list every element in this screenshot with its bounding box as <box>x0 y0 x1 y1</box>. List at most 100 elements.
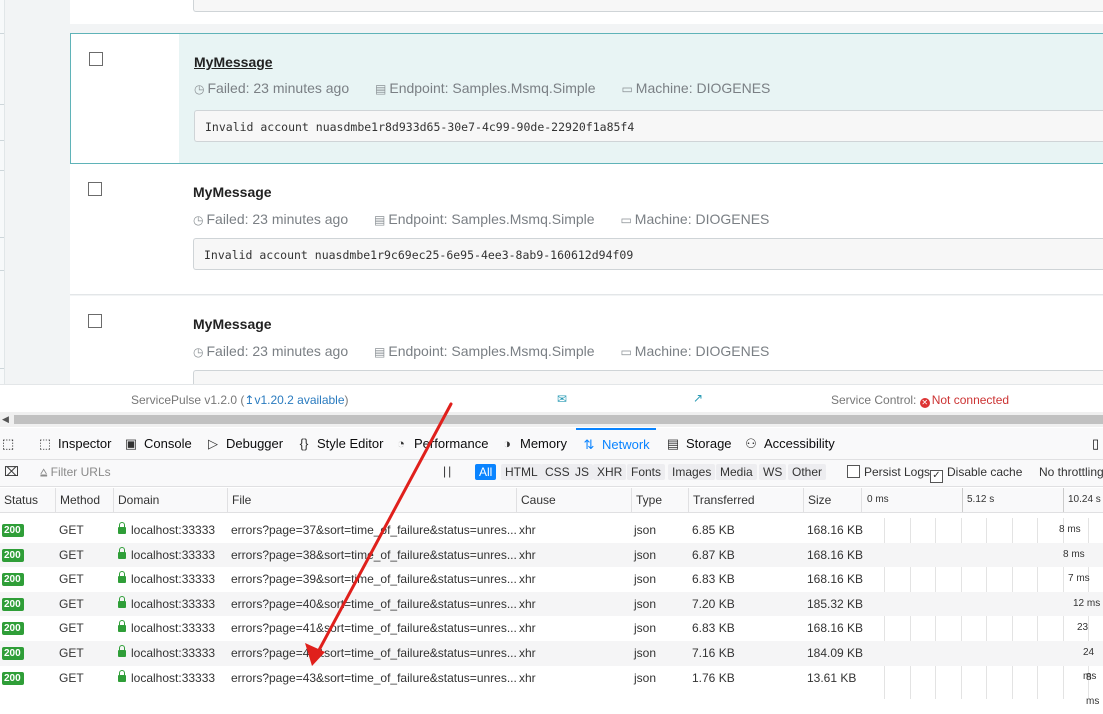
request-file: errors?page=39&sort=time_of_failure&stat… <box>231 572 517 587</box>
filter-all[interactable]: All <box>475 464 497 480</box>
request-row[interactable]: 200 GET localhost:33333 errors?page=38&sort… <box>0 542 1103 568</box>
request-transferred: 7.20 KB <box>692 596 735 611</box>
message-checkbox[interactable] <box>89 52 103 66</box>
tab-memory[interactable]: ◑ Memory <box>500 428 567 459</box>
col-transferred[interactable]: Transferred <box>688 488 803 512</box>
update-label[interactable]: v1.20.2 available <box>254 393 344 407</box>
request-transferred: 6.87 KB <box>692 547 735 562</box>
tab-storage[interactable]: ▤ Storage <box>666 428 732 459</box>
col-type[interactable]: Type <box>631 488 688 512</box>
tab-label: Storage <box>686 436 732 451</box>
message-checkbox[interactable] <box>88 182 102 196</box>
col-size[interactable]: Size <box>803 488 861 512</box>
left-nav-strip <box>0 0 5 384</box>
request-file: errors?page=40&sort=time_of_failure&stat… <box>231 596 517 611</box>
request-row[interactable]: 200 GET localhost:33333 errors?page=43&sort… <box>0 666 1103 707</box>
request-method: GET <box>59 670 84 685</box>
request-row[interactable]: 200 GET localhost:33333 errors?page=42&sort… <box>0 641 1103 682</box>
request-type: json <box>634 523 657 537</box>
tab-style-editor[interactable]: {} Style Editor <box>297 428 384 459</box>
console-icon: ▣ <box>124 436 138 451</box>
request-size: 168.16 KB <box>807 547 864 562</box>
storage-icon: ▤ <box>666 436 680 451</box>
tab-label: Network <box>602 437 650 452</box>
pause-icon[interactable]: || <box>443 464 453 478</box>
tab-inspector[interactable]: ⬚ Inspector <box>38 428 112 459</box>
col-cause[interactable]: Cause <box>516 488 631 512</box>
request-cause: xhr <box>519 523 536 537</box>
request-method: GET <box>59 596 84 611</box>
clear-trash-icon[interactable]: ⌧ <box>4 464 19 480</box>
request-row[interactable]: 200 GET localhost:33333 errors?page=41&sort… <box>0 616 1103 657</box>
request-domain: localhost:33333 <box>118 666 215 690</box>
update-link[interactable]: ↥v1.20.2 available <box>244 393 344 407</box>
filter-fonts[interactable]: Fonts <box>627 464 666 480</box>
persist-logs-checkbox[interactable]: Persist Logs <box>847 465 930 479</box>
tab-label: Memory <box>520 436 567 451</box>
col-status[interactable]: Status <box>0 488 55 512</box>
message-title[interactable]: MyMessage <box>193 184 272 200</box>
servicepulse-footer: ServicePulse v1.2.0 (↥v1.20.2 available)… <box>0 384 1103 413</box>
message-card[interactable]: MyMessage ◷ Failed: 23 minutes ago ▤ Endpo… <box>70 33 1103 164</box>
element-picker-icon[interactable]: ⬚ <box>2 428 14 459</box>
dock-icon[interactable]: ▯ <box>1092 428 1099 459</box>
status-badge: 200 <box>2 622 24 636</box>
col-timeline[interactable]: 0 ms 5.12 s 10.24 s <box>861 488 1103 512</box>
filter-ws[interactable]: WS <box>759 464 787 480</box>
domain-text: localhost:33333 <box>131 670 216 685</box>
request-row[interactable]: 200 GET localhost:33333 errors?page=39&sort… <box>0 567 1103 592</box>
tab-performance[interactable]: ◔ Performance <box>394 428 488 459</box>
request-type: json <box>634 670 657 685</box>
envelope-icon[interactable]: ✉ <box>557 392 567 406</box>
network-toolbar: ⌧ ⩠ Filter URLs || All HTML CSS JS XHR F… <box>0 460 1103 487</box>
horizontal-scrollbar[interactable]: ◀ <box>0 412 1103 427</box>
message-title[interactable]: MyMessage <box>193 316 272 332</box>
scroll-left-arrow-icon[interactable]: ◀ <box>2 414 9 425</box>
network-icon: ⇅ <box>583 437 595 452</box>
request-transferred: 6.83 KB <box>692 572 735 587</box>
message-body <box>193 370 1103 384</box>
filter-xhr[interactable]: XHR <box>593 464 627 480</box>
timing-label: 7 ms <box>1068 573 1090 585</box>
request-method: GET <box>59 547 84 562</box>
tab-console[interactable]: ▣ Console <box>124 428 192 459</box>
throttling-select[interactable]: No throttling <box>1039 465 1103 479</box>
status-badge: 200 <box>2 671 24 685</box>
message-checkbox[interactable] <box>88 314 102 328</box>
col-method[interactable]: Method <box>55 488 113 512</box>
col-domain[interactable]: Domain <box>113 488 227 512</box>
col-file[interactable]: File <box>227 488 516 512</box>
request-row[interactable]: 200 GET localhost:33333 errors?page=37&sort… <box>0 518 1103 543</box>
message-title[interactable]: MyMessage <box>194 54 273 70</box>
message-card[interactable]: MyMessage ◷ Failed: 23 minutes ago ▤ Endpo… <box>70 296 1103 384</box>
scrollbar-thumb[interactable] <box>14 415 1103 424</box>
version-label: ServicePulse v1.2.0 ( <box>131 393 245 407</box>
disable-cache-checkbox[interactable]: ✓ Disable cache <box>930 465 1022 483</box>
filter-urls-input[interactable]: ⩠ Filter URLs <box>40 465 111 480</box>
filter-css[interactable]: CSS <box>541 464 574 480</box>
domain-text: localhost:33333 <box>131 621 216 636</box>
message-body: Invalid account nuasdmbe1r9c69ec25-6e95-… <box>193 238 1103 270</box>
request-cause: xhr <box>519 596 536 611</box>
filter-html[interactable]: HTML <box>501 464 542 480</box>
request-transferred: 1.76 KB <box>692 670 735 685</box>
status-badge: 200 <box>2 548 24 562</box>
message-body-previous <box>193 0 1103 12</box>
tab-network[interactable]: ⇅ Network <box>576 428 656 459</box>
endpoint-icon: ▤ <box>374 213 386 227</box>
tab-debugger[interactable]: ▷ Debugger <box>206 428 283 459</box>
filter-js[interactable]: JS <box>571 464 594 480</box>
performance-icon: ◔ <box>397 436 405 451</box>
filter-other[interactable]: Other <box>788 464 827 480</box>
external-link-icon[interactable]: ↗ <box>693 391 703 405</box>
message-card[interactable]: MyMessage ◷ Failed: 23 minutes ago ▤ Endpo… <box>70 164 1103 295</box>
clock-icon: ◷ <box>194 82 205 96</box>
tab-accessibility[interactable]: ⚇ Accessibility <box>744 428 835 459</box>
request-row[interactable]: 200 GET localhost:33333 errors?page=40&sort… <box>0 591 1103 617</box>
filter-images[interactable]: Images <box>668 464 716 480</box>
message-card-previous[interactable] <box>70 0 1103 24</box>
accessibility-icon: ⚇ <box>745 436 757 451</box>
message-meta: ◷ Failed: 23 minutes ago ▤ Endpoint: Sampl… <box>193 211 769 227</box>
timing-label: 8 ms <box>1059 524 1081 535</box>
filter-media[interactable]: Media <box>716 464 757 480</box>
